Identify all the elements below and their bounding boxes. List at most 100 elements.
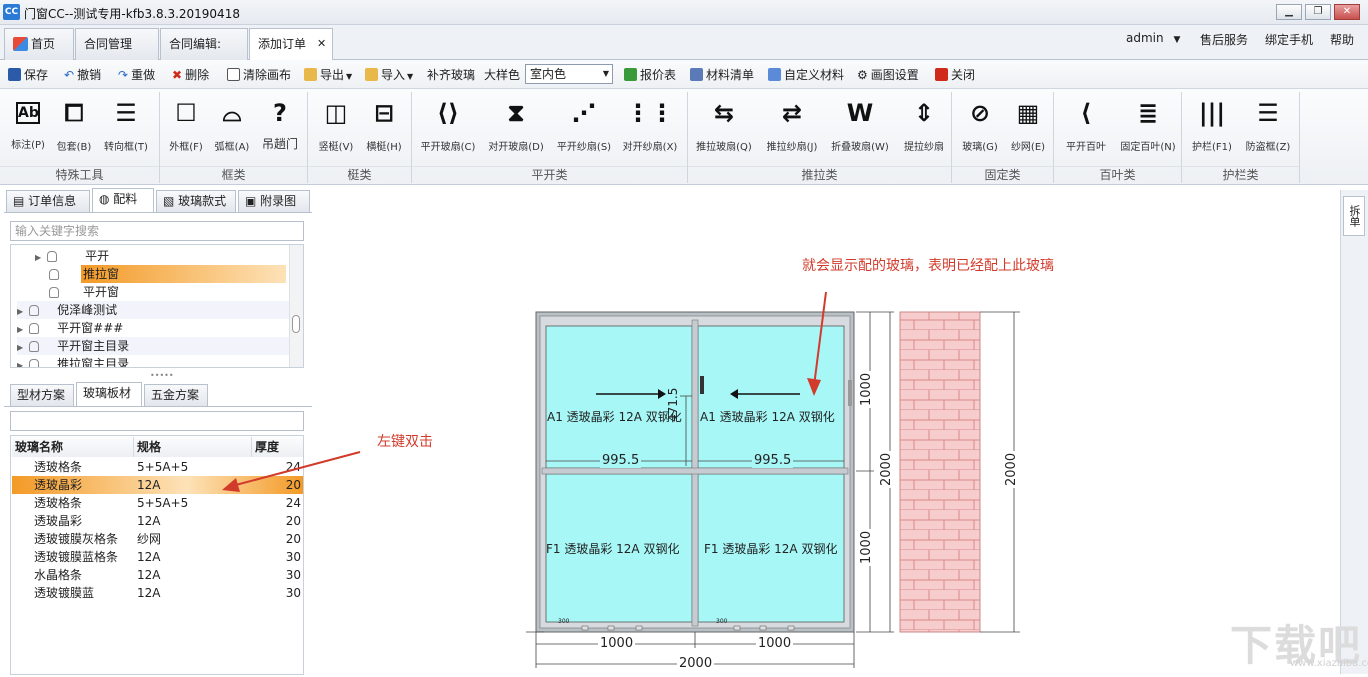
anti-theft-button[interactable]: ☰ 防盗框(Z): [1236, 98, 1300, 153]
table-row[interactable]: 透玻格条 5+5A+5 24: [12, 494, 303, 512]
restore-button[interactable]: ❐: [1305, 4, 1331, 20]
cell-spec: 纱网: [137, 532, 162, 546]
group-fixed: ⊘ 玻璃(G) ▦ 纱网(E) 固定类: [952, 92, 1054, 183]
quote-button[interactable]: 报价表: [624, 66, 676, 84]
tab-order-info[interactable]: ▤ 订单信息: [6, 190, 90, 212]
tree-item[interactable]: ▶ 平开窗###: [17, 319, 123, 337]
casement-louver-button[interactable]: ⟨ 平开百叶: [1054, 98, 1118, 153]
undo-button[interactable]: ↶ 撤销: [64, 66, 101, 84]
search-input[interactable]: 输入关键字搜索: [10, 221, 304, 241]
group-label: 平开类: [412, 166, 687, 182]
sliding-glass-button[interactable]: ⇆ 推拉玻扇(Q): [692, 98, 756, 153]
tab-add-order[interactable]: 添加订单 ✕: [249, 28, 333, 61]
table-row[interactable]: 水晶格条 12A 30: [12, 566, 303, 584]
draw-settings-button[interactable]: ⚙ 画图设置: [857, 66, 919, 84]
tree-item[interactable]: 平开窗: [49, 283, 119, 301]
tree-item[interactable]: ▶ 倪泽峰测试: [17, 301, 289, 319]
cell-spec: 5+5A+5: [137, 460, 189, 474]
double-glass-button[interactable]: ⧗ 对开玻扇(D): [484, 98, 548, 153]
custom-material-button[interactable]: 自定义材料: [768, 66, 844, 84]
tab-glass-panel[interactable]: 玻璃板材: [76, 382, 142, 406]
tree-item[interactable]: ▶ 推拉窗主目录: [17, 355, 129, 367]
tab-materials[interactable]: ◍ 配料: [92, 188, 154, 212]
tab-appendix[interactable]: ▣ 附录图: [238, 190, 310, 212]
title-bar: CC 门窗CC--测试专用-kfb3.8.3.20190418 ▁ ❐ ✕: [0, 0, 1368, 25]
horizontal-mullion-button[interactable]: ⊟ 横梃(H): [352, 98, 416, 153]
expand-icon: ▶: [17, 343, 24, 352]
table-row[interactable]: 透玻晶彩 12A 20: [12, 512, 303, 530]
lift-screen-button[interactable]: ⇕ 提拉纱扇: [892, 98, 956, 153]
group-label: 框类: [160, 166, 307, 182]
table-row[interactable]: 透玻镀膜灰格条 纱网 20: [12, 530, 303, 548]
casement-glass-icon: ⟨⟩: [437, 99, 459, 127]
watermark-url: www.xiazaiba.com: [1290, 658, 1368, 669]
folding-glass-button[interactable]: W 折叠玻扇(W): [828, 98, 892, 153]
tab-home[interactable]: 首页: [4, 28, 74, 60]
sliding-screen-button[interactable]: ⇄ 推拉纱扇(J): [760, 98, 824, 153]
tree-item[interactable]: ▶ 平开: [35, 247, 109, 265]
hang-door-button[interactable]: ? 吊趟门: [248, 98, 312, 151]
tab-contract-edit[interactable]: 合同编辑:: [160, 28, 248, 60]
lock-icon: [49, 267, 59, 281]
expand-icon: ▶: [35, 253, 42, 262]
after-sales-link[interactable]: 售后服务: [1200, 31, 1248, 48]
double-screen-icon: ⋮⋮: [626, 99, 674, 127]
close-button[interactable]: 关闭: [935, 66, 975, 84]
export-button[interactable]: 导出 ▼: [304, 66, 352, 84]
transfer-frame-button[interactable]: ☰ 转向框(T): [94, 98, 158, 153]
rail-button[interactable]: ||| 护栏(F1): [1180, 98, 1244, 153]
tree-scrollbar[interactable]: [289, 245, 303, 367]
sample-color-select[interactable]: 室内色 ▼: [525, 64, 613, 84]
table-row[interactable]: 透玻镀膜蓝格条 12A 30: [12, 548, 303, 566]
dim-top-right: 995.5: [752, 453, 794, 468]
minimize-button[interactable]: ▁: [1276, 4, 1302, 20]
user-menu[interactable]: admin ▼: [1126, 31, 1180, 45]
column-header-name[interactable]: 玻璃名称: [12, 437, 134, 457]
cell-thickness: 24: [285, 496, 301, 510]
cell-spec: 12A: [137, 568, 161, 582]
scroll-thumb[interactable]: [292, 315, 300, 333]
save-button[interactable]: 保存: [8, 66, 48, 84]
materials-button[interactable]: 材料清单: [690, 66, 754, 84]
delete-button[interactable]: ✖ 删除: [172, 66, 209, 84]
drawing-canvas[interactable]: A1 透玻晶彩 12A 双钢化 A1 透玻晶彩 12A 双钢化 F1 透玻晶彩 …: [314, 190, 1339, 674]
sample-color-label: 大样色: [484, 68, 521, 82]
table-row[interactable]: 透玻镀膜蓝 12A 30: [12, 584, 303, 602]
tab-label: 型材方案: [17, 388, 66, 402]
tab-glass-style[interactable]: ▧ 玻璃款式: [156, 190, 236, 212]
tab-contract-management[interactable]: 合同管理: [75, 28, 159, 60]
splitter-grip[interactable]: •••••: [150, 371, 174, 380]
tree-item[interactable]: ▶ 平开窗主目录: [17, 337, 289, 355]
import-button[interactable]: 导入 ▼: [365, 66, 413, 84]
casement-glass-button[interactable]: ⟨⟩ 平开玻扇(C): [416, 98, 480, 153]
help-link[interactable]: 帮助: [1330, 31, 1354, 48]
filter-input[interactable]: [10, 411, 304, 431]
cell-name: 水晶格条: [34, 568, 83, 582]
redo-button[interactable]: ↷ 重做: [118, 66, 155, 84]
lock-icon: [29, 341, 40, 352]
category-tree: ▶ 平开 推拉窗 平开窗 ▶ 倪泽峰测试 ▶ 平开窗### ▶ 平开窗主目录 ▶ 推拉窗主…: [10, 244, 304, 368]
fixed-louver-button[interactable]: ≣ 固定百叶(N): [1116, 98, 1180, 153]
split-order-button[interactable]: 拆单: [1343, 196, 1365, 236]
tree-item-selected[interactable]: 推拉窗: [81, 265, 286, 283]
tab-label: 配料: [113, 192, 138, 206]
tab-profile-scheme[interactable]: 型材方案: [10, 384, 74, 406]
close-tab-icon[interactable]: ✕: [317, 29, 326, 59]
small-dim-left: 300: [558, 618, 570, 625]
cell-thickness: 20: [285, 514, 301, 528]
double-screen-button[interactable]: ⋮⋮ 对开纱扇(X): [618, 98, 682, 153]
annotation-glass-applied: 就会显示配的玻璃，表明已经配上此玻璃: [802, 258, 1054, 274]
mesh-button[interactable]: ▦ 纱网(E): [996, 98, 1060, 153]
materials-label: 材料清单: [706, 68, 755, 82]
bind-phone-link[interactable]: 绑定手机: [1265, 31, 1313, 48]
materials-icon: [690, 68, 703, 81]
tab-hardware-scheme[interactable]: 五金方案: [144, 384, 208, 406]
redo-icon: ↷: [118, 68, 129, 82]
tab-label: 玻璃款式: [178, 194, 227, 208]
close-window-button[interactable]: ✕: [1334, 4, 1360, 20]
group-frame: ☐ 外框(F) ⌓ 弧框(A) ? 吊趟门 框类: [160, 92, 308, 183]
import-icon: [365, 68, 378, 81]
clear-canvas-button[interactable]: 清除画布: [227, 66, 291, 84]
fill-glass-button[interactable]: 补齐玻璃: [427, 66, 475, 84]
casement-screen-button[interactable]: ⋰ 平开纱扇(S): [552, 98, 616, 153]
